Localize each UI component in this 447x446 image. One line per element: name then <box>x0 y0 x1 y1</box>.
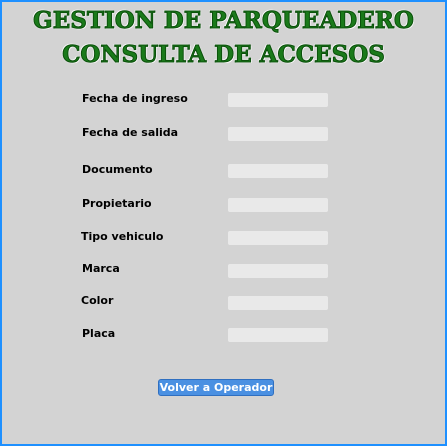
tipo-vehiculo-field[interactable] <box>228 231 328 245</box>
color-field[interactable] <box>228 296 328 310</box>
fecha-salida-label: Fecha de salida <box>82 126 179 139</box>
propietario-label: Propietario <box>82 197 152 210</box>
fecha-salida-field[interactable] <box>228 127 328 141</box>
tipo-vehiculo-label: Tipo vehiculo <box>81 230 164 243</box>
documento-field[interactable] <box>228 164 328 178</box>
propietario-field[interactable] <box>228 198 328 212</box>
marca-field[interactable] <box>228 264 328 278</box>
marca-label: Marca <box>82 262 120 275</box>
color-label: Color <box>81 294 114 307</box>
placa-label: Placa <box>82 327 116 340</box>
placa-field[interactable] <box>228 328 328 342</box>
page-title: GESTION DE PARQUEADERO <box>33 7 415 34</box>
back-to-operator-button[interactable]: Volver a Operador <box>158 379 274 396</box>
fecha-ingreso-label: Fecha de ingreso <box>82 92 188 105</box>
documento-label: Documento <box>82 163 153 176</box>
page-subtitle: CONSULTA DE ACCESOS <box>62 41 386 68</box>
fecha-ingreso-field[interactable] <box>228 93 328 107</box>
